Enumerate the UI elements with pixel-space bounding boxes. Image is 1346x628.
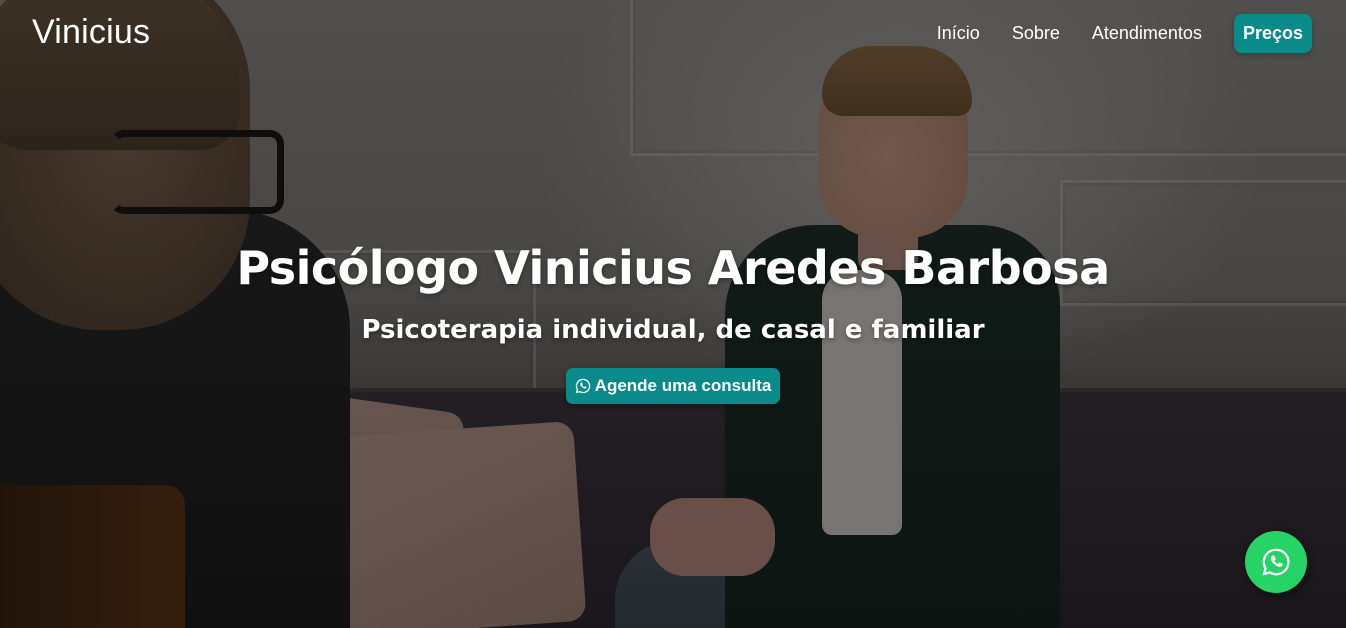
hero-section: Vinicius Início Sobre Atendimentos Preço… xyxy=(0,0,1346,628)
brand-logo[interactable]: Vinicius xyxy=(32,13,150,52)
whatsapp-float-button[interactable] xyxy=(1245,531,1307,593)
navbar: Vinicius Início Sobre Atendimentos Preço… xyxy=(0,0,1346,64)
hero-title: Psicólogo Vinicius Aredes Barbosa xyxy=(236,241,1110,295)
whatsapp-icon xyxy=(1262,548,1290,576)
nav-precos-button[interactable]: Preços xyxy=(1233,13,1312,53)
nav-link-atendimentos[interactable]: Atendimentos xyxy=(1092,23,1202,44)
hero-subtitle: Psicoterapia individual, de casal e fami… xyxy=(361,315,985,345)
whatsapp-icon xyxy=(575,378,590,394)
nav-link-sobre[interactable]: Sobre xyxy=(1012,23,1060,44)
nav-links: Início Sobre Atendimentos Preços xyxy=(937,13,1312,53)
hero-content: Psicólogo Vinicius Aredes Barbosa Psicot… xyxy=(0,238,1346,404)
schedule-button-label: Agende uma consulta xyxy=(594,376,772,395)
schedule-consultation-button[interactable]: Agende uma consulta xyxy=(565,368,781,404)
nav-link-inicio[interactable]: Início xyxy=(937,23,980,44)
